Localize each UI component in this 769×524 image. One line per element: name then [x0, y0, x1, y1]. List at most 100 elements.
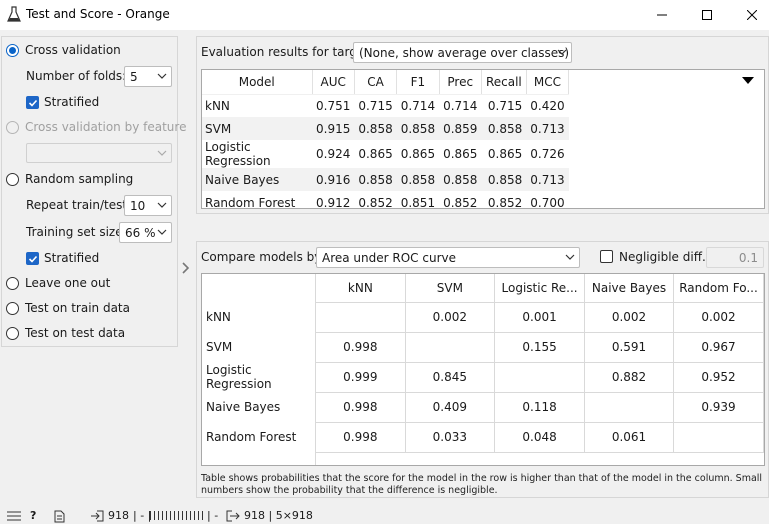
column-header[interactable]: Naive Bayes — [584, 274, 674, 303]
column-header[interactable]: Logistic Re... — [494, 274, 586, 303]
column-header[interactable]: CA — [354, 70, 398, 95]
column-menu-icon[interactable] — [742, 77, 754, 85]
probability-cell: 0.409 — [405, 392, 496, 423]
test-on-train-label[interactable]: Test on train data — [25, 301, 130, 315]
probability-cell — [405, 332, 496, 363]
minimize-button[interactable] — [639, 0, 685, 30]
column-header[interactable]: Random Fo... — [673, 274, 764, 303]
score-cell: 0.912 — [316, 195, 351, 210]
training-set-size-select[interactable]: 66 % — [119, 222, 172, 243]
cv-feature-select[interactable] — [26, 143, 172, 163]
title-bar: Test and Score - Orange — [0, 0, 769, 30]
help-icon[interactable]: ? — [30, 509, 36, 522]
probability-cell: 0.061 — [584, 422, 674, 453]
triple-bar-icon[interactable] — [7, 511, 21, 522]
probability-cell — [315, 302, 406, 333]
column-header[interactable]: kNN — [315, 274, 406, 303]
cv-by-feature-radio[interactable] — [6, 121, 19, 134]
report-icon[interactable] — [54, 510, 65, 523]
model-name: Random Forest — [205, 195, 296, 210]
cv-by-feature-label[interactable]: Cross validation by feature — [25, 120, 186, 134]
stratified-rs-checkbox[interactable] — [26, 252, 39, 265]
column-header[interactable]: Model — [202, 70, 313, 95]
chevron-down-icon — [565, 254, 575, 260]
probability-cell: 0.033 — [405, 422, 496, 453]
compare-models-label: Compare models by: — [201, 250, 325, 264]
score-cell: 0.858 — [396, 117, 440, 140]
score-cell: 0.420 — [530, 98, 565, 113]
negligible-diff-label[interactable]: Negligible diff.: — [619, 250, 710, 264]
table-row[interactable]: Naive Bayes 0.916 0.858 0.858 0.858 0.85… — [202, 168, 569, 191]
number-of-folds-label: Number of folds: — [26, 69, 127, 83]
stratified-rs-label[interactable]: Stratified — [44, 251, 99, 265]
negligible-diff-checkbox[interactable] — [600, 250, 613, 263]
score-cell: 0.858 — [481, 117, 527, 140]
model-list-glyphs — [150, 511, 206, 520]
stratified-cv-checkbox[interactable] — [26, 96, 39, 109]
cross-validation-label[interactable]: Cross validation — [25, 43, 121, 57]
negligible-diff-input[interactable]: 0.1 — [706, 247, 764, 268]
random-sampling-radio[interactable] — [6, 173, 19, 186]
table-row: Naive Bayes 0.998 0.409 0.118 0.939 — [202, 392, 764, 423]
table-row[interactable]: Random Forest 0.912 0.852 0.851 0.852 0.… — [202, 191, 569, 214]
checkmark-icon — [28, 99, 38, 107]
column-header[interactable]: Prec — [439, 70, 482, 95]
table-row: Logistic Regression 0.999 0.845 0.882 0.… — [202, 362, 764, 393]
score-cell: 0.852 — [443, 195, 478, 210]
column-header[interactable]: AUC — [312, 70, 355, 95]
score-cell: 0.865 — [400, 147, 436, 161]
target-class-select[interactable]: (None, show average over classes) — [353, 42, 572, 63]
column-header[interactable]: Recall — [481, 70, 527, 95]
table-row[interactable]: Logistic Regression 0.924 0.865 0.865 0.… — [202, 140, 569, 168]
model-name: Naive Bayes — [202, 168, 312, 191]
chevron-down-icon — [157, 150, 167, 156]
probability-cell: 0.939 — [673, 392, 764, 423]
score-cell: 0.714 — [443, 98, 478, 113]
repeat-train-test-value: 10 — [130, 199, 146, 213]
column-header[interactable]: SVM — [405, 274, 496, 303]
compare-score-select[interactable]: Area under ROC curve — [316, 247, 580, 268]
column-header[interactable]: MCC — [526, 70, 570, 95]
cross-validation-radio[interactable] — [6, 44, 19, 57]
leave-one-out-label[interactable]: Leave one out — [25, 276, 110, 290]
score-cell: 0.851 — [400, 195, 436, 210]
output-data-summary: 918 | 5×918 — [244, 509, 313, 522]
maximize-button[interactable] — [684, 0, 730, 30]
orange-app-icon — [7, 6, 21, 22]
column-header[interactable]: F1 — [396, 70, 440, 95]
score-cell: 0.713 — [526, 117, 569, 140]
table-row: kNN 0.002 0.001 0.002 0.002 — [202, 302, 764, 333]
window-title: Test and Score - Orange — [26, 7, 170, 21]
number-of-folds-select[interactable]: 5 — [124, 66, 172, 87]
score-cell: 0.715 — [358, 98, 393, 113]
chevron-down-icon — [157, 202, 167, 208]
leave-one-out-radio[interactable] — [6, 277, 19, 290]
model-name: kNN — [205, 98, 230, 113]
table-row[interactable]: SVM 0.915 0.858 0.858 0.859 0.858 0.713 — [202, 117, 569, 140]
probability-cell: 0.002 — [405, 302, 496, 333]
test-on-train-radio[interactable] — [6, 302, 19, 315]
close-icon — [747, 10, 757, 20]
table-row: SVM 0.998 0.155 0.591 0.967 — [202, 332, 764, 363]
probability-cell: 0.998 — [315, 422, 406, 453]
score-cell: 0.858 — [481, 168, 527, 191]
test-on-test-radio[interactable] — [6, 327, 19, 340]
close-button[interactable] — [729, 0, 769, 30]
stratified-cv-label[interactable]: Stratified — [44, 95, 99, 109]
score-cell: 0.859 — [439, 117, 482, 140]
probability-cell — [673, 422, 764, 453]
table-row[interactable]: kNN 0.751 0.715 0.714 0.714 0.715 0.420 — [202, 94, 569, 117]
header-row: kNN SVM Logistic Re... Naive Bayes Rando… — [202, 274, 764, 303]
test-on-test-label[interactable]: Test on test data — [25, 326, 125, 340]
random-sampling-label[interactable]: Random sampling — [25, 172, 133, 186]
probability-cell: 0.952 — [673, 362, 764, 393]
repeat-train-test-select[interactable]: 10 — [124, 195, 172, 216]
table-filler-row — [202, 452, 764, 465]
score-cell: 0.700 — [530, 195, 565, 210]
probability-cell: 0.591 — [584, 332, 674, 363]
chevron-right-icon[interactable] — [181, 262, 191, 274]
output-data-icon[interactable] — [226, 510, 240, 522]
target-label: Evaluation results for target — [201, 45, 369, 59]
input-data-icon[interactable] — [90, 510, 104, 522]
output-separator: | - — [207, 509, 219, 522]
